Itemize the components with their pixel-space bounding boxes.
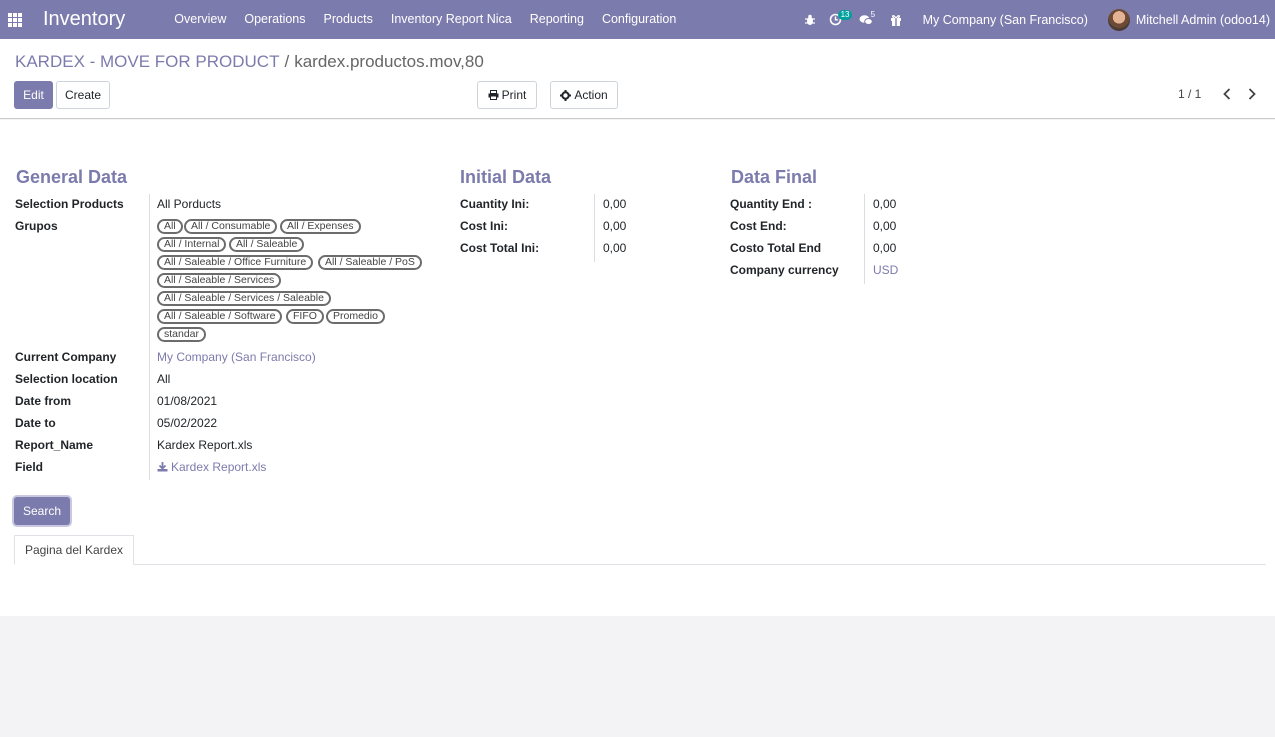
menu-item-overview[interactable]: Overview (165, 0, 235, 39)
company-currency-link[interactable]: USD (873, 263, 898, 277)
action-label: Action (574, 88, 608, 102)
group-tag[interactable]: All / Internal (157, 237, 227, 252)
group-tag[interactable]: All (157, 219, 183, 234)
menu-item-inventory-report-nica[interactable]: Inventory Report Nica (382, 0, 521, 39)
grupos-label: Grupos (15, 219, 58, 233)
group-tag[interactable]: All / Expenses (280, 219, 361, 234)
breadcrumb-separator: / (284, 52, 290, 71)
date-from-value[interactable]: 01/08/2021 (157, 394, 217, 408)
report-name-value: Kardex Report.xls (157, 438, 253, 452)
menu-item-configuration[interactable]: Configuration (593, 0, 685, 39)
selection-location-label: Selection location (15, 372, 118, 386)
quantity-end-value: 0,00 (873, 197, 897, 211)
print-icon (488, 90, 499, 100)
action-button[interactable]: Action (550, 81, 618, 109)
group-tag[interactable]: FIFO (286, 309, 324, 324)
costo-total-end-value: 0,00 (873, 241, 897, 255)
search-button[interactable]: Search (14, 497, 70, 525)
group-tag[interactable]: All / Saleable / Services (157, 273, 282, 288)
data-final-title: Data Final (731, 167, 818, 187)
edit-button[interactable]: Edit (14, 81, 53, 109)
notebook-tab-line (14, 564, 1266, 565)
menu-item-operations[interactable]: Operations (235, 0, 314, 39)
user-menu[interactable]: Mitchell Admin (odoo14) (1107, 8, 1270, 31)
breadcrumb-parent[interactable]: KARDEX - MOVE FOR PRODUCT (15, 52, 279, 71)
user-avatar (1107, 8, 1130, 31)
messages-chat-icon[interactable]: 5 (853, 0, 879, 39)
tab-pagina-del-kardex[interactable]: Pagina del Kardex (14, 535, 134, 565)
field-label: Field (15, 460, 44, 474)
final-divider (864, 194, 865, 284)
cost-end-value: 0,00 (873, 219, 897, 233)
create-button[interactable]: Create (56, 81, 110, 109)
group-tag[interactable]: All / Saleable / Office Furniture (157, 255, 314, 270)
navbar-systray: 13 5 My Company (San Francisco) Mitchell… (797, 0, 1275, 39)
cost-total-ini-value: 0,00 (603, 241, 627, 255)
initial-data-title: Initial Data (460, 167, 552, 187)
breadcrumb: KARDEX - MOVE FOR PRODUCT / kardex.product… (15, 52, 484, 72)
pager-next-icon[interactable] (1241, 83, 1263, 105)
company-switcher[interactable]: My Company (San Francisco) (923, 13, 1088, 27)
menu-item-products[interactable]: Products (315, 0, 382, 39)
date-to-label: Date to (15, 416, 56, 430)
app-brand[interactable]: Inventory (43, 8, 125, 31)
cost-ini-value: 0,00 (603, 219, 627, 233)
date-to-value[interactable]: 05/02/2022 (157, 416, 217, 430)
form-sheet: General Data Selection Products All Pord… (0, 120, 1275, 616)
messages-count-badge: 5 (870, 10, 876, 19)
menu-item-reporting[interactable]: Reporting (521, 0, 593, 39)
user-name: Mitchell Admin (odoo14) (1135, 12, 1270, 27)
download-icon (157, 462, 168, 472)
group-tag[interactable]: standar (157, 327, 207, 342)
group-tag[interactable]: All / Saleable / Software (157, 309, 283, 324)
apps-menu-icon[interactable] (0, 0, 30, 39)
main-menu: Overview Operations Products Inventory R… (165, 0, 685, 39)
costo-total-end-label: Costo Total End (730, 241, 822, 255)
group-tag[interactable]: Promedio (326, 309, 385, 324)
group-tag[interactable]: All / Saleable (229, 237, 305, 252)
general-data-title: General Data (16, 167, 128, 187)
group-tag[interactable]: All / Saleable / Services / Saleable (157, 291, 331, 306)
activity-count-badge: 13 (837, 10, 853, 20)
pager-value[interactable]: 1 / 1 (1178, 87, 1201, 101)
company-currency-label: Company currency (730, 263, 839, 277)
control-panel: KARDEX - MOVE FOR PRODUCT / kardex.product… (0, 39, 1275, 119)
selection-location-value[interactable]: All (157, 372, 170, 386)
general-divider (149, 194, 150, 480)
cost-ini-label: Cost Ini: (460, 219, 508, 233)
download-file-name: Kardex Report.xls (171, 460, 267, 474)
current-company-link[interactable]: My Company (San Francisco) (157, 350, 316, 364)
pager-previous-icon[interactable] (1216, 83, 1238, 105)
cuantity-ini-label: Cuantity Ini: (460, 197, 530, 211)
debug-bug-icon[interactable] (797, 0, 823, 39)
cost-end-label: Cost End: (730, 219, 787, 233)
breadcrumb-current: kardex.productos.mov,80 (294, 52, 484, 71)
current-company-label: Current Company (15, 350, 117, 364)
date-from-label: Date from (15, 394, 72, 408)
gear-icon (560, 89, 572, 101)
selection-products-value[interactable]: All Porducts (157, 197, 221, 211)
selection-products-label: Selection Products (15, 197, 124, 211)
cuantity-ini-value: 0,00 (603, 197, 627, 211)
download-file-link[interactable]: Kardex Report.xls (157, 460, 266, 474)
print-button[interactable]: Print (477, 81, 537, 109)
print-label: Print (501, 88, 527, 102)
top-navbar: Inventory Overview Operations Products I… (0, 0, 1275, 39)
quantity-end-label: Quantity End : (730, 197, 812, 211)
group-tag[interactable]: All / Saleable / PoS (318, 255, 422, 270)
activity-clock-icon[interactable]: 13 (823, 0, 853, 39)
cost-total-ini-label: Cost Total Ini: (460, 241, 540, 255)
group-tag[interactable]: All / Consumable (184, 219, 278, 234)
gift-icon[interactable] (883, 0, 909, 39)
initial-divider (594, 194, 595, 262)
report-name-label: Report_Name (15, 438, 94, 452)
